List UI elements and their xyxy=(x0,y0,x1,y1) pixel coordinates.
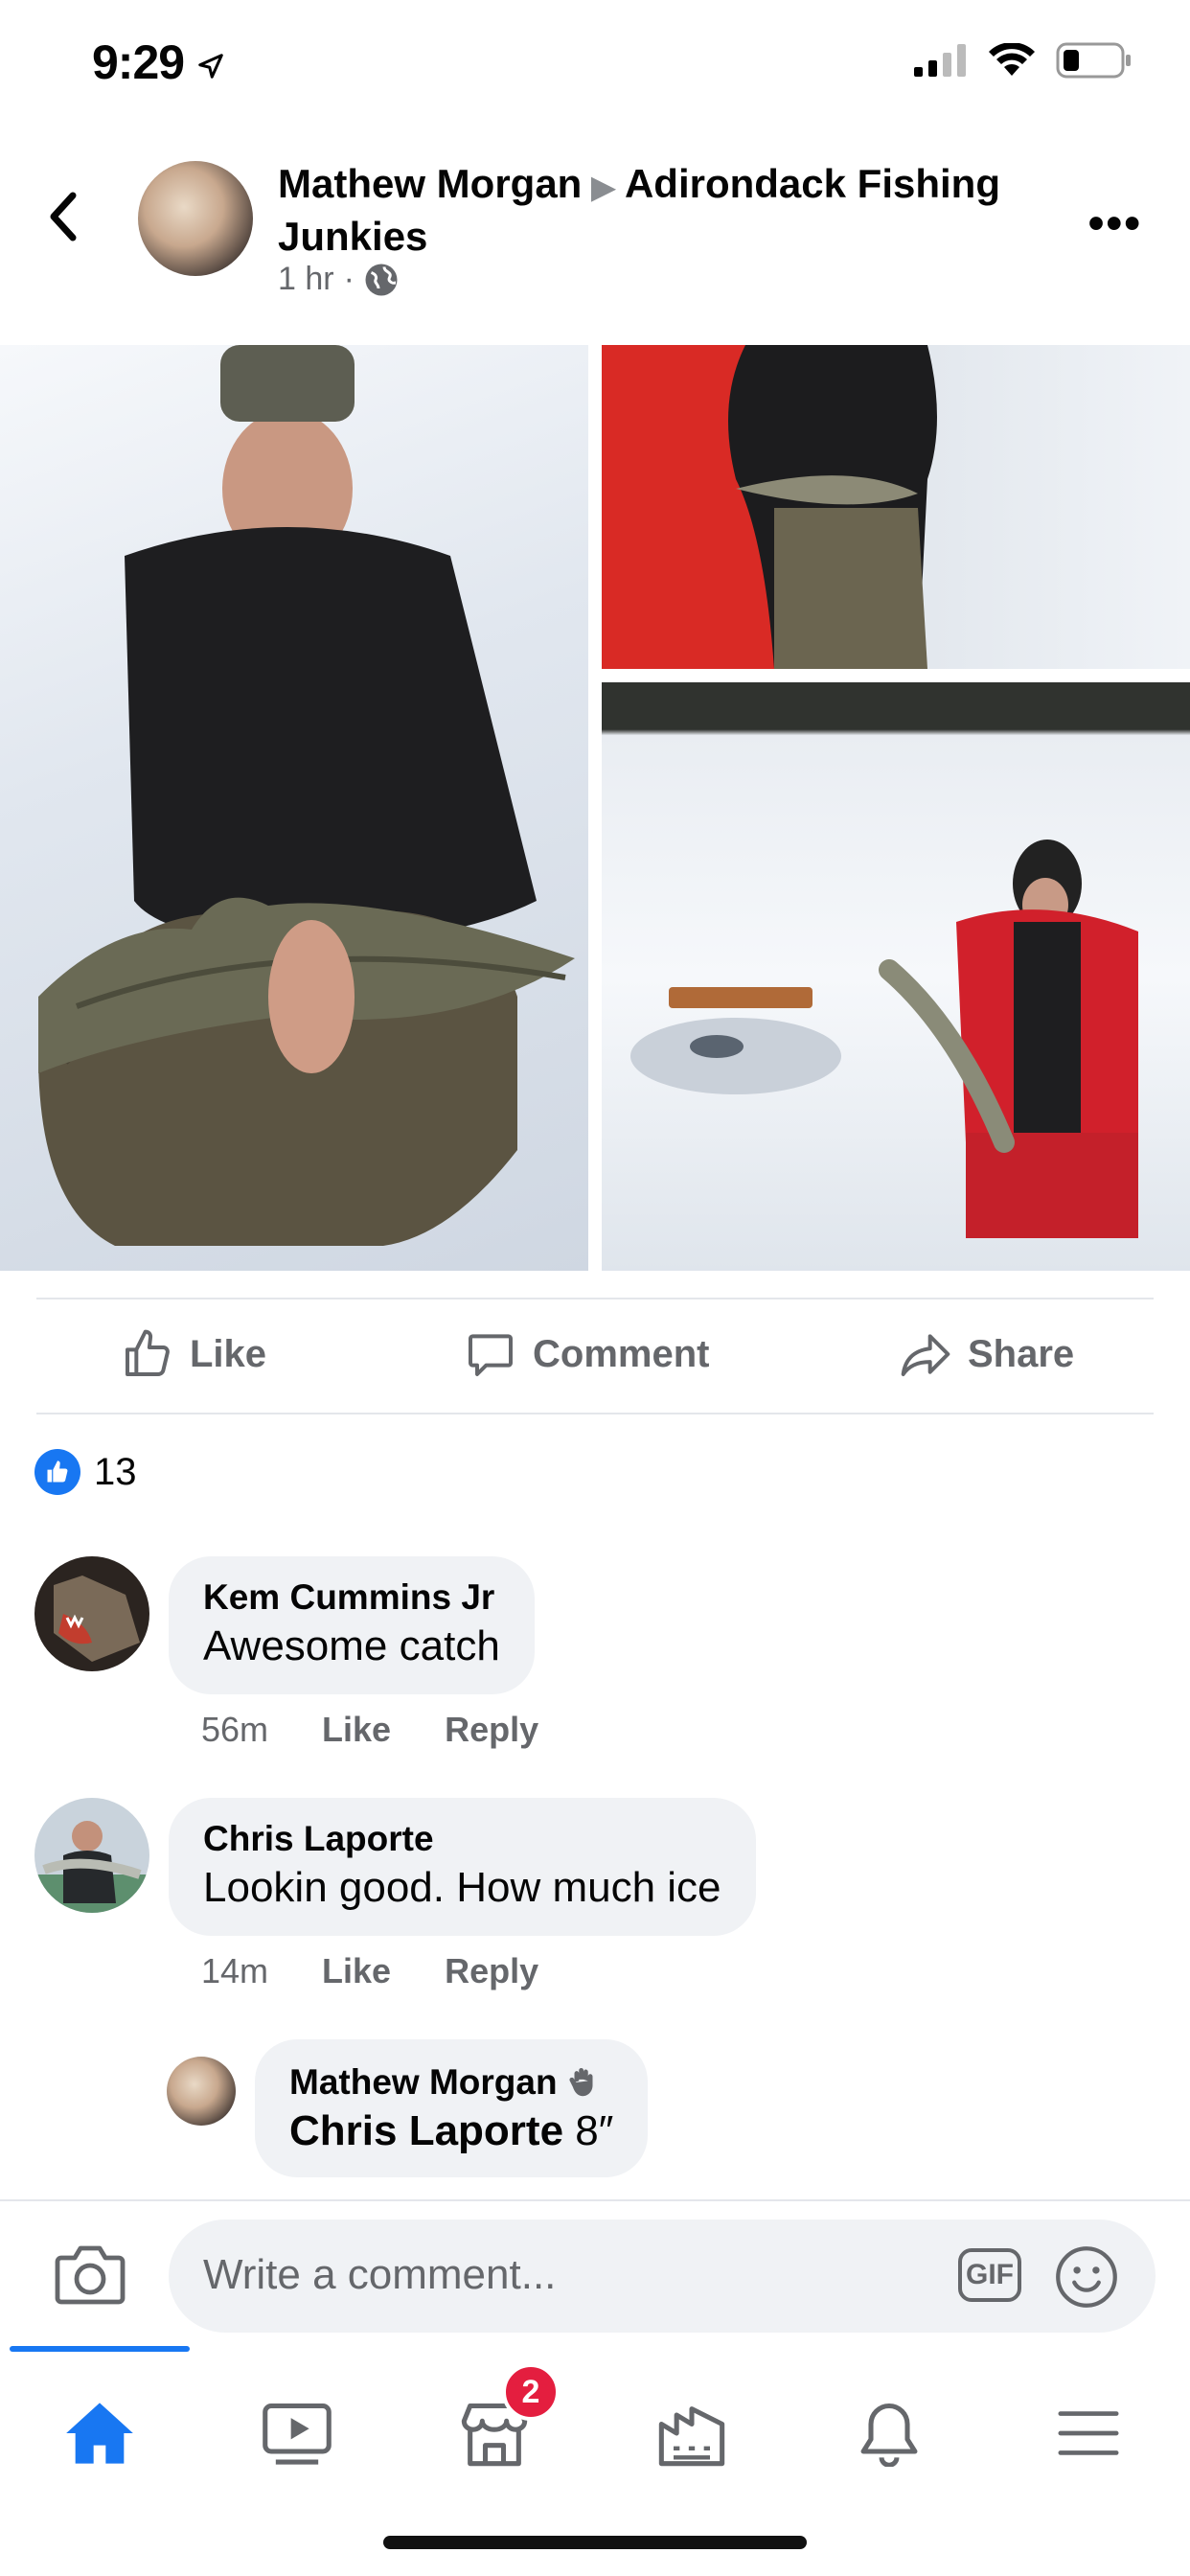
camera-button[interactable] xyxy=(54,2242,126,2311)
reply-author-avatar[interactable] xyxy=(167,2057,236,2126)
commenter-name[interactable]: Chris Laporte xyxy=(203,1817,721,1861)
tab-groups[interactable] xyxy=(634,2380,749,2486)
reply-mention[interactable]: Chris Laporte xyxy=(289,2107,563,2154)
tab-notifications[interactable] xyxy=(832,2380,947,2486)
comment-time: 56m xyxy=(201,1710,269,1749)
thumbs-up-icon xyxy=(126,1329,170,1376)
gif-button[interactable]: GIF xyxy=(958,2248,1021,2302)
post-photo-3[interactable] xyxy=(602,682,1190,1271)
home-icon xyxy=(66,2403,133,2464)
comment-meta: 56m Like Reply xyxy=(201,1710,538,1750)
post-photo-2[interactable] xyxy=(602,345,1190,669)
video-play-icon xyxy=(263,2403,332,2465)
share-button[interactable]: Share xyxy=(899,1327,1074,1381)
reply-author-name[interactable]: Mathew Morgan xyxy=(289,2060,558,2104)
back-button[interactable] xyxy=(44,188,82,250)
location-arrow-icon xyxy=(198,54,223,79)
wolf-avatar-image xyxy=(34,1556,149,1671)
status-time: 9:29 xyxy=(92,34,225,90)
tab-watch[interactable] xyxy=(240,2380,355,2486)
bell-icon xyxy=(860,2403,918,2467)
reply-author[interactable]: Mathew Morgan xyxy=(289,2060,613,2104)
share-to-arrow-icon: ▶ xyxy=(591,170,615,204)
like-label: Like xyxy=(190,1332,267,1375)
hamburger-menu-icon xyxy=(1058,2411,1119,2455)
comment-label: Comment xyxy=(533,1332,710,1375)
commenter-name[interactable]: Kem Cummins Jr xyxy=(203,1576,500,1620)
like-reaction-icon xyxy=(34,1449,80,1495)
ice-fisherman-photo xyxy=(38,345,575,1246)
comment-like-button[interactable]: Like xyxy=(322,1951,391,1991)
wifi-icon xyxy=(989,43,1035,76)
post-timestamp: 1 hr xyxy=(278,261,334,297)
post-meta: 1 hr · xyxy=(278,261,399,298)
reaction-count: 13 xyxy=(94,1450,137,1493)
tab-menu[interactable] xyxy=(1031,2380,1146,2486)
comment-bubble[interactable]: Kem Cummins Jr Awesome catch xyxy=(169,1556,535,1694)
comment-time: 14m xyxy=(201,1951,269,1990)
fisherman-holding-pike-photo xyxy=(728,345,937,669)
comment-meta: 14m Like Reply xyxy=(201,1951,538,1991)
comment-input[interactable]: Write a comment... GIF xyxy=(169,2220,1156,2333)
comment-button[interactable]: Comment xyxy=(464,1327,709,1381)
globe-icon xyxy=(365,264,398,295)
meta-separator: · xyxy=(343,261,355,297)
wave-hand-icon xyxy=(568,2067,593,2097)
author-name-link[interactable]: Mathew Morgan xyxy=(278,161,582,206)
comment-text: Lookin good. How much ice xyxy=(203,1864,721,1911)
divider xyxy=(36,1413,1154,1414)
status-icons xyxy=(914,42,1133,79)
camera-icon xyxy=(55,2245,126,2305)
reactions-summary[interactable]: 13 xyxy=(34,1449,137,1495)
fisherman-avatar-image xyxy=(34,1798,149,1913)
share-label: Share xyxy=(968,1332,1075,1375)
reply-text: Chris Laporte 8″ xyxy=(289,2104,613,2158)
author-avatar[interactable] xyxy=(138,161,253,276)
comment-reply-button[interactable]: Reply xyxy=(445,1951,538,1991)
commenter-avatar[interactable] xyxy=(34,1556,149,1671)
tab-home[interactable] xyxy=(42,2380,157,2486)
post-photo-1[interactable] xyxy=(0,345,588,1271)
comment-bubble[interactable]: Chris Laporte Lookin good. How much ice xyxy=(169,1798,756,1936)
marketplace-notification-badge: 2 xyxy=(502,2363,560,2421)
emoji-button[interactable] xyxy=(1054,2244,1119,2310)
comment-like-button[interactable]: Like xyxy=(322,1710,391,1750)
more-options-button[interactable]: ••• xyxy=(1088,197,1142,250)
divider xyxy=(36,1298,1154,1300)
comment-input-placeholder: Write a comment... xyxy=(203,2251,557,2298)
red-jacket-fisherman-photo xyxy=(630,840,1138,1238)
chevron-left-icon xyxy=(50,192,77,242)
comment-bubble-icon xyxy=(469,1334,513,1376)
groups-news-icon xyxy=(658,2406,725,2467)
post-header-title: Mathew Morgan ▶ Adirondack Fishing Junkies xyxy=(278,159,1064,262)
home-indicator[interactable] xyxy=(383,2536,807,2549)
share-arrow-icon xyxy=(901,1334,950,1376)
comment-text: Awesome catch xyxy=(203,1622,500,1669)
comment-reply-button[interactable]: Reply xyxy=(445,1710,538,1750)
commenter-avatar[interactable] xyxy=(34,1798,149,1913)
reply-body: 8″ xyxy=(575,2107,614,2154)
battery-icon xyxy=(1056,42,1131,79)
active-tab-indicator xyxy=(10,2346,190,2352)
reply-bubble[interactable]: Mathew Morgan Chris Laporte 8″ xyxy=(255,2039,649,2177)
cellular-signal-icon xyxy=(914,44,966,77)
like-button[interactable]: Like xyxy=(121,1327,266,1381)
